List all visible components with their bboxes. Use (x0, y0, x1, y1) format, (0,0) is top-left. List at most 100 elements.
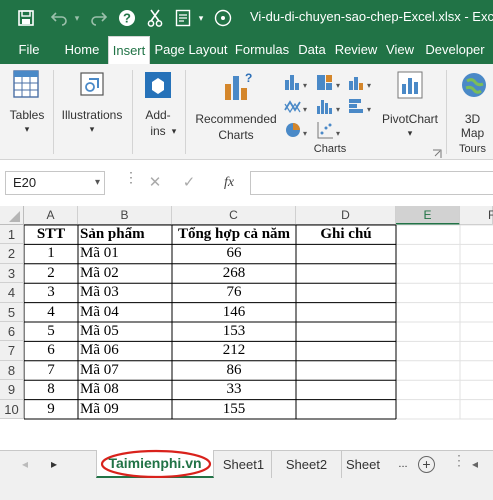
table-cell[interactable]: Mã 07 (80, 361, 170, 380)
addins-button[interactable]: Add- ins ▾ (136, 68, 180, 146)
pie-chart-icon[interactable]: ▾ (284, 120, 314, 140)
row-header[interactable]: 7 (0, 341, 24, 361)
row-header[interactable]: 9 (0, 380, 24, 400)
sheet-prev-icon[interactable]: ◂ (18, 451, 32, 478)
tab-page-layout[interactable]: Page Layout (152, 36, 230, 64)
row-header[interactable]: 1 (0, 225, 24, 245)
table-cell[interactable]: 268 (174, 264, 294, 283)
tab-view[interactable]: View (382, 36, 418, 64)
combo-chart-icon[interactable]: ▾ (348, 72, 378, 92)
table-cell[interactable]: 7 (26, 361, 76, 380)
row-header[interactable]: 2 (0, 244, 24, 264)
sheet-tab-sheet2[interactable]: Sheet2 (272, 451, 342, 478)
formula-input[interactable] (250, 171, 493, 195)
confirm-edit-icon[interactable]: ✓ (180, 171, 198, 195)
row-header[interactable]: 5 (0, 302, 24, 322)
sheet-next-icon[interactable]: ▸ (46, 451, 62, 478)
table-cell[interactable] (298, 341, 394, 360)
table-cell[interactable] (298, 400, 394, 419)
save-icon[interactable] (14, 6, 38, 30)
sheet-tab-taimienphi[interactable]: Taimienphi.vn (96, 449, 214, 479)
qat-customize-icon[interactable]: ▾ (195, 6, 207, 30)
table-cell[interactable]: 6 (26, 341, 76, 360)
table-cell[interactable]: Mã 09 (80, 400, 170, 419)
table-cell[interactable] (298, 322, 394, 341)
scatter-chart-icon[interactable]: ▾ (316, 120, 346, 140)
table-cell[interactable]: 9 (26, 400, 76, 419)
table-cell[interactable]: Mã 06 (80, 341, 170, 360)
table-cell[interactable]: 86 (174, 361, 294, 380)
header-cell[interactable]: Sản phẩm (80, 225, 170, 244)
table-cell[interactable]: Mã 01 (80, 244, 170, 263)
pivotchart-button[interactable]: PivotChart ▾ (378, 68, 442, 140)
formula-bar-grip-icon[interactable]: ⋮ (124, 170, 138, 192)
horizontal-scroll-grip-icon[interactable]: ⋮ (452, 453, 466, 473)
table-cell[interactable]: Mã 02 (80, 264, 170, 283)
table-cell[interactable]: Mã 08 (80, 380, 170, 399)
tab-insert[interactable]: Insert (108, 36, 150, 65)
table-cell[interactable] (298, 303, 394, 322)
table-cell[interactable] (298, 283, 394, 302)
undo-dropdown-icon[interactable]: ▾ (71, 6, 83, 30)
table-cell[interactable]: 2 (26, 264, 76, 283)
add-sheet-button[interactable]: + (418, 456, 435, 473)
table-cell[interactable] (298, 380, 394, 399)
table-cell[interactable]: 76 (174, 283, 294, 302)
redo-icon[interactable] (88, 6, 110, 30)
help-icon[interactable]: ? (116, 6, 138, 30)
table-cell[interactable] (298, 244, 394, 263)
row-header[interactable]: 4 (0, 283, 24, 303)
header-cell[interactable]: Tổng hợp cả năm (174, 225, 294, 244)
tab-data[interactable]: Data (294, 36, 330, 64)
sheet-tab-sheet[interactable]: Sheet (346, 451, 392, 478)
table-cell[interactable]: 3 (26, 283, 76, 302)
table-cell[interactable]: 33 (174, 380, 294, 399)
table-cell[interactable]: 155 (174, 400, 294, 419)
table-cell[interactable] (298, 361, 394, 380)
table-cell[interactable]: Mã 04 (80, 303, 170, 322)
table-cell[interactable]: 66 (174, 244, 294, 263)
name-box-dropdown-icon[interactable]: ▾ (95, 172, 100, 194)
tab-home[interactable]: Home (58, 36, 106, 64)
header-cell[interactable]: STT (26, 225, 76, 244)
charts-dialog-launcher-icon[interactable] (432, 146, 442, 158)
name-box[interactable]: E20 ▾ (5, 171, 105, 195)
line-chart-icon[interactable]: ▾ (284, 96, 314, 116)
statistic-chart-icon[interactable]: ▾ (316, 96, 346, 116)
table-cell[interactable]: Mã 03 (80, 283, 170, 302)
undo-icon[interactable] (48, 6, 70, 30)
table-cell[interactable]: 1 (26, 244, 76, 263)
table-cell[interactable]: 153 (174, 322, 294, 341)
row-header[interactable]: 10 (0, 399, 24, 419)
cut-icon[interactable] (144, 6, 166, 30)
scroll-left-icon[interactable]: ◂ (468, 451, 482, 478)
recommended-charts-button[interactable]: ? Recommended Charts (190, 68, 282, 144)
table-cell[interactable]: 5 (26, 322, 76, 341)
table-cell[interactable]: 8 (26, 380, 76, 399)
row-header[interactable]: 3 (0, 263, 24, 284)
header-cell[interactable]: Ghi chú (298, 225, 394, 244)
row-header[interactable]: 6 (0, 322, 24, 342)
illustrations-button[interactable]: Illustrations ▾ (56, 68, 128, 138)
table-cell[interactable] (298, 264, 394, 283)
sheet-tab-sheet1[interactable]: Sheet1 (216, 451, 272, 478)
hierarchy-chart-icon[interactable]: ▾ (316, 72, 346, 92)
bar-chart-icon[interactable]: ▾ (348, 96, 378, 116)
tab-formulas[interactable]: Formulas (232, 36, 292, 64)
tables-button[interactable]: Tables ▾ (4, 68, 50, 138)
table-cell[interactable]: 146 (174, 303, 294, 322)
table-cell[interactable]: 4 (26, 303, 76, 322)
insert-function-icon[interactable]: fx (218, 171, 240, 195)
column-chart-icon[interactable]: ▾ (284, 72, 314, 92)
cancel-edit-icon[interactable]: ✕ (146, 171, 164, 195)
print-preview-icon[interactable] (172, 6, 194, 30)
more-sheets-button[interactable]: ... (394, 451, 412, 478)
highlight-icon[interactable] (212, 6, 234, 30)
tab-developer[interactable]: Developer (420, 36, 490, 64)
tab-review[interactable]: Review (332, 36, 380, 64)
table-cell[interactable]: Mã 05 (80, 322, 170, 341)
table-cell[interactable]: 212 (174, 341, 294, 360)
3d-map-button[interactable]: 3D Map (452, 68, 493, 144)
row-header[interactable]: 8 (0, 360, 24, 381)
tab-file[interactable]: File (10, 36, 48, 64)
